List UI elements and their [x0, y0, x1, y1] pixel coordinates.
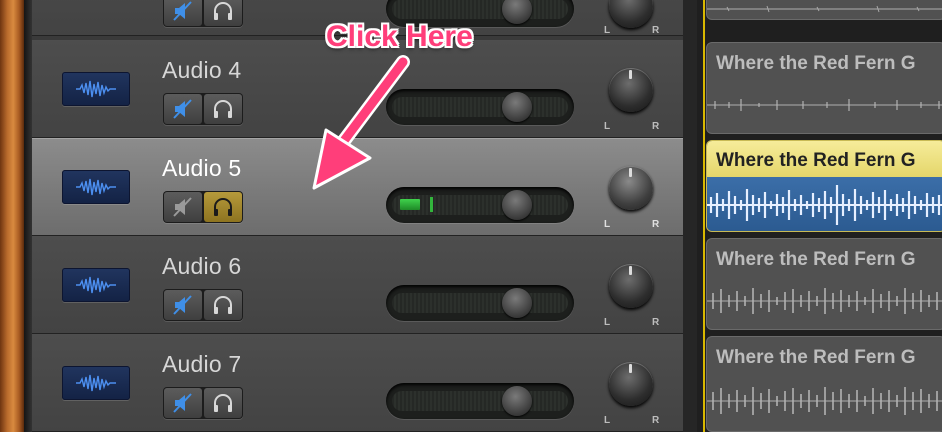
audio-waveform-icon: [76, 276, 116, 294]
pointer-arrow-icon: [312, 55, 410, 190]
pan-knob-indicator: [629, 266, 632, 275]
audio-waveform-icon: [76, 178, 116, 196]
mute-button[interactable]: [164, 0, 202, 26]
level-peak-tick: [430, 197, 433, 212]
pan-right-label: R: [652, 219, 660, 230]
track-icon: [62, 268, 130, 302]
speaker-mute-icon: [173, 295, 192, 315]
headphones-icon: [214, 394, 232, 412]
headphones-icon: [214, 100, 232, 118]
volume-thumb[interactable]: [502, 190, 532, 220]
pan-knob[interactable]: L R: [602, 355, 660, 426]
level-meter: [400, 199, 420, 210]
track-buttons: [163, 191, 243, 223]
track-icon: [62, 72, 130, 106]
track-name[interactable]: Audio 6: [162, 253, 241, 280]
pan-knob[interactable]: L R: [602, 159, 660, 230]
slider-track: [392, 0, 568, 19]
headphones-icon: [214, 2, 232, 20]
track-buttons: [163, 93, 243, 125]
solo-button[interactable]: [204, 0, 242, 26]
pan-knob[interactable]: L R: [602, 257, 660, 328]
mute-button[interactable]: [164, 388, 202, 418]
audio-region[interactable]: Where the Red Fern G: [706, 336, 942, 432]
pan-knob-indicator: [629, 70, 632, 79]
track-icon: [62, 366, 130, 400]
audio-region-selected[interactable]: Where the Red Fern G: [706, 140, 942, 232]
pan-right-label: R: [652, 121, 660, 132]
click-here-annotation: Click Here: [326, 20, 473, 53]
speaker-mute-icon: [173, 393, 192, 413]
speaker-mute-icon: [173, 197, 192, 217]
volume-slider[interactable]: [386, 383, 574, 419]
track-icon: [62, 170, 130, 204]
track-buttons: [163, 0, 243, 27]
solo-button[interactable]: [204, 290, 242, 320]
waveform: [707, 5, 942, 13]
track-name[interactable]: Audio 5: [162, 155, 241, 182]
track-buttons: [163, 387, 243, 419]
track-header-audio-7[interactable]: Audio 7 L R: [32, 334, 683, 432]
region-title: Where the Red Fern G: [716, 150, 916, 171]
volume-thumb[interactable]: [502, 288, 532, 318]
region-title: Where the Red Fern G: [716, 53, 916, 74]
track-name[interactable]: Audio 7: [162, 351, 241, 378]
pan-knob[interactable]: L R: [602, 61, 660, 132]
volume-slider[interactable]: [386, 285, 574, 321]
playhead-line[interactable]: [703, 0, 705, 432]
pan-right-label: R: [652, 415, 660, 426]
audio-region[interactable]: [706, 0, 942, 20]
solo-button[interactable]: [204, 94, 242, 124]
volume-thumb[interactable]: [502, 92, 532, 122]
track-buttons: [163, 289, 243, 321]
waveform: [707, 185, 942, 225]
pan-left-label: L: [604, 317, 611, 328]
audio-waveform-icon: [76, 374, 116, 392]
audio-region[interactable]: Where the Red Fern G: [706, 238, 942, 330]
slider-track: [392, 391, 568, 411]
volume-thumb[interactable]: [502, 386, 532, 416]
pan-knob[interactable]: L R: [602, 0, 660, 36]
waveform: [707, 99, 942, 111]
track-header-audio-6[interactable]: Audio 6 L R: [32, 236, 683, 334]
headers-separator: [683, 0, 697, 432]
pan-left-label: L: [604, 219, 611, 230]
volume-thumb[interactable]: [502, 0, 532, 24]
pan-right-label: R: [652, 317, 660, 328]
speaker-mute-icon: [173, 1, 192, 21]
pan-knob-indicator: [629, 168, 632, 177]
waveform: [707, 387, 942, 415]
audio-region[interactable]: Where the Red Fern G: [706, 42, 942, 134]
track-name[interactable]: Audio 4: [162, 57, 241, 84]
pan-left-label: L: [604, 415, 611, 426]
wood-side-panel: [0, 0, 24, 432]
wood-edge: [24, 0, 32, 432]
region-title: Where the Red Fern G: [716, 249, 916, 270]
solo-button-active[interactable]: [204, 192, 242, 222]
pan-knob-indicator: [629, 364, 632, 373]
mute-button[interactable]: [164, 192, 202, 222]
audio-waveform-icon: [76, 80, 116, 98]
mute-button[interactable]: [164, 94, 202, 124]
speaker-mute-icon: [173, 99, 192, 119]
mute-button[interactable]: [164, 290, 202, 320]
slider-track: [392, 293, 568, 313]
pan-knob-body: [609, 0, 653, 28]
waveform: [707, 288, 942, 314]
headphones-icon: [214, 198, 232, 216]
region-title: Where the Red Fern G: [716, 347, 916, 368]
tracks-area: Where the Red Fern G Where the Red Fern …: [697, 0, 942, 432]
pan-left-label: L: [604, 25, 611, 36]
solo-button[interactable]: [204, 388, 242, 418]
headphones-icon: [214, 296, 232, 314]
pan-right-label: R: [652, 25, 660, 36]
pan-left-label: L: [604, 121, 611, 132]
